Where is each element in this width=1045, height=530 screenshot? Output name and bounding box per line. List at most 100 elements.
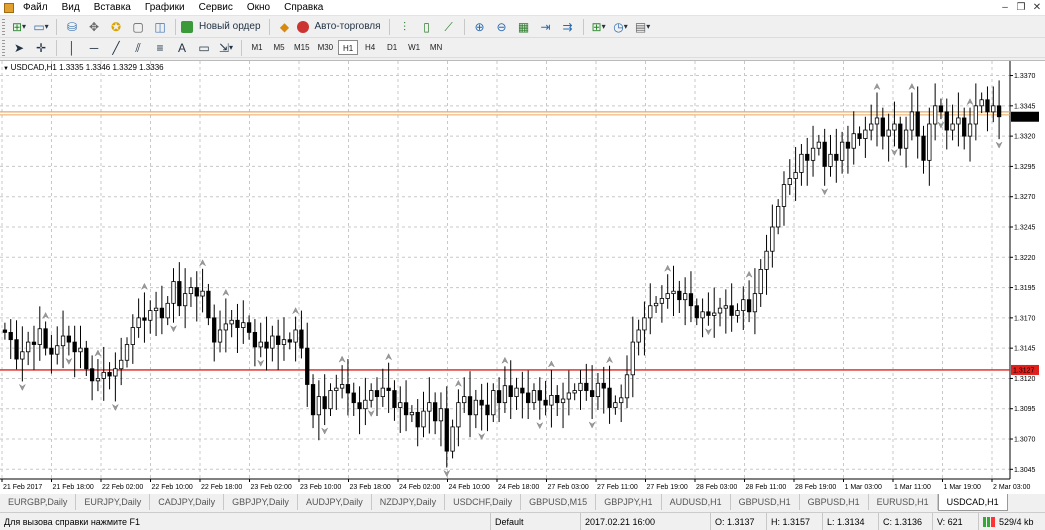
chart-tab[interactable]: USDCHF,Daily xyxy=(445,494,522,510)
new-chart-button[interactable]: ⊞ ▾ xyxy=(9,18,29,36)
vertical-line-button[interactable]: │ xyxy=(62,39,82,57)
menu-item[interactable]: Файл xyxy=(16,0,55,16)
label-button[interactable]: ▭ xyxy=(194,39,214,57)
navigator-button[interactable]: ✪ xyxy=(106,18,126,36)
bear-candle xyxy=(688,293,694,307)
menu-item[interactable]: Справка xyxy=(277,0,330,16)
bull-candle xyxy=(979,99,984,107)
chart-shift-button[interactable]: ⇥ xyxy=(536,18,556,36)
chart-tab[interactable]: AUDUSD,H1 xyxy=(662,494,731,510)
chart-tab[interactable]: NZDJPY,Daily xyxy=(372,494,446,510)
chart-tab[interactable]: AUDJPY,Daily xyxy=(298,494,372,510)
bull-candle xyxy=(316,396,322,416)
bear-candle xyxy=(537,390,542,401)
timeframe-button-mn[interactable]: MN xyxy=(426,40,446,55)
horizontal-line-button[interactable]: ─ xyxy=(84,39,104,57)
trendline-icon: ╱ xyxy=(112,40,120,55)
bear-candle xyxy=(444,408,449,452)
bear-candle xyxy=(898,123,903,149)
arrows-button[interactable]: ⇲ ▾ xyxy=(216,39,236,57)
chart-tab[interactable]: EURUSD,H1 xyxy=(869,494,938,510)
text-label-icon: ▭ xyxy=(198,40,210,55)
horizontal-line-icon: ─ xyxy=(89,40,99,55)
profiles-button[interactable]: ▭ ▾ xyxy=(31,18,51,36)
menu-item[interactable]: Окно xyxy=(240,0,277,16)
cursor-button[interactable]: ➤ xyxy=(9,39,29,57)
timeframe-button-h1[interactable]: H1 xyxy=(338,40,359,55)
chart-tab[interactable]: EURJPY,Daily xyxy=(76,494,151,510)
timeframe-button-m30[interactable]: M30 xyxy=(315,40,337,55)
bear-candle xyxy=(467,396,473,416)
terminal-button[interactable]: ▢ xyxy=(128,18,148,36)
fibonacci-button[interactable]: ≡ xyxy=(150,39,170,57)
close-icon[interactable]: ✕ xyxy=(1029,0,1045,16)
indicators-button[interactable]: ⊞ ▾ xyxy=(589,18,609,36)
data-window-button[interactable]: ✥ xyxy=(84,18,104,36)
x-axis-tick-label: 23 Feb 18:00 xyxy=(350,484,391,491)
channel-icon: ⫽ xyxy=(135,40,141,55)
toolbar-grip[interactable] xyxy=(2,18,5,35)
candlestick-button[interactable]: ▯ xyxy=(417,18,437,36)
bull-candle xyxy=(781,184,787,207)
metaeditor-button[interactable]: ◆ xyxy=(275,18,295,36)
bear-candle xyxy=(89,368,95,382)
bear-candle xyxy=(72,341,77,353)
menu-item[interactable]: Вид xyxy=(55,0,87,16)
zoom-in-button[interactable]: ⊕ xyxy=(470,18,490,36)
trendline-button[interactable]: ╱ xyxy=(106,39,126,57)
text-button[interactable]: A xyxy=(172,39,192,57)
line-chart-button[interactable]: ⟋ xyxy=(439,18,459,36)
crosshair-button[interactable]: ✛ xyxy=(31,39,51,57)
timeframe-button-w1[interactable]: W1 xyxy=(404,40,424,55)
bull-candle xyxy=(241,322,246,328)
price-chart[interactable]: 1.3370 1.3345 1.3320 1.3295 1.3270 1.3245 1.32… xyxy=(0,61,1045,494)
tile-windows-button[interactable]: ▦ xyxy=(514,18,534,36)
new-order-button[interactable]: Новый ордер xyxy=(181,18,264,36)
timeframe-button-d1[interactable]: D1 xyxy=(382,40,402,55)
chart-tab[interactable]: GBPJPY,Daily xyxy=(224,494,298,510)
chart-tab[interactable]: EURGBP,Daily xyxy=(0,494,77,510)
auto-trading-button[interactable]: Авто-торговля xyxy=(296,18,384,36)
menu-item[interactable]: Сервис xyxy=(192,0,240,16)
autoscroll-button[interactable]: ⇉ xyxy=(558,18,578,36)
timeframe-button-m5[interactable]: M5 xyxy=(269,40,289,55)
periods-button[interactable]: ◷ ▾ xyxy=(611,18,631,36)
bear-candle xyxy=(996,105,1002,118)
arrows-icon: ⇲ xyxy=(218,40,230,55)
bear-candle xyxy=(235,319,240,328)
timeframe-button-m15[interactable]: M15 xyxy=(291,40,313,55)
bull-candle xyxy=(380,387,385,398)
chart-tab[interactable]: GBPUSD,H1 xyxy=(731,494,800,510)
bull-candle xyxy=(619,397,624,404)
timeframe-button-h4[interactable]: H4 xyxy=(360,40,380,55)
bear-candle xyxy=(310,384,316,416)
templates-button[interactable]: ▤ ▾ xyxy=(633,18,653,36)
bull-candle xyxy=(328,390,333,410)
bull-candle xyxy=(566,392,572,400)
bull-candle xyxy=(560,398,566,404)
bear-candle xyxy=(31,341,37,345)
chart-tab[interactable]: GBPUSD,M15 xyxy=(521,494,597,510)
zoom-out-button[interactable]: ⊖ xyxy=(492,18,512,36)
toolbar-grip[interactable] xyxy=(2,39,5,56)
bar-chart-button[interactable]: ⫶ xyxy=(395,18,415,36)
menu-item[interactable]: Вставка xyxy=(87,0,138,16)
menu-item[interactable]: Графики xyxy=(138,0,192,16)
market-watch-button[interactable]: ⛁ xyxy=(62,18,82,36)
chart-window[interactable]: 1.3370 1.3345 1.3320 1.3295 1.3270 1.3245 1.32… xyxy=(0,60,1045,494)
y-axis-tick-label: 1.3245 xyxy=(1014,224,1036,231)
chart-tab[interactable]: GBPJPY,H1 xyxy=(596,494,662,510)
chart-tab[interactable]: CADJPY,Daily xyxy=(150,494,225,510)
chart-tab[interactable]: GBPUSD,H1 xyxy=(800,494,869,510)
bear-candle xyxy=(555,394,560,404)
tester-button[interactable]: ◫ xyxy=(150,18,170,36)
chart-tab[interactable]: USDCAD,H1 xyxy=(937,494,1008,511)
minimize-icon[interactable]: – xyxy=(997,0,1013,16)
bar-chart-icon: ⫶ xyxy=(403,19,407,34)
channel-button[interactable]: ⫽ xyxy=(128,39,148,57)
timeframe-button-m1[interactable]: M1 xyxy=(247,40,267,55)
toolbar-separator xyxy=(463,18,465,35)
bull-candle xyxy=(409,411,415,416)
bull-candle xyxy=(828,153,833,167)
restore-icon[interactable]: ❐ xyxy=(1013,0,1029,16)
